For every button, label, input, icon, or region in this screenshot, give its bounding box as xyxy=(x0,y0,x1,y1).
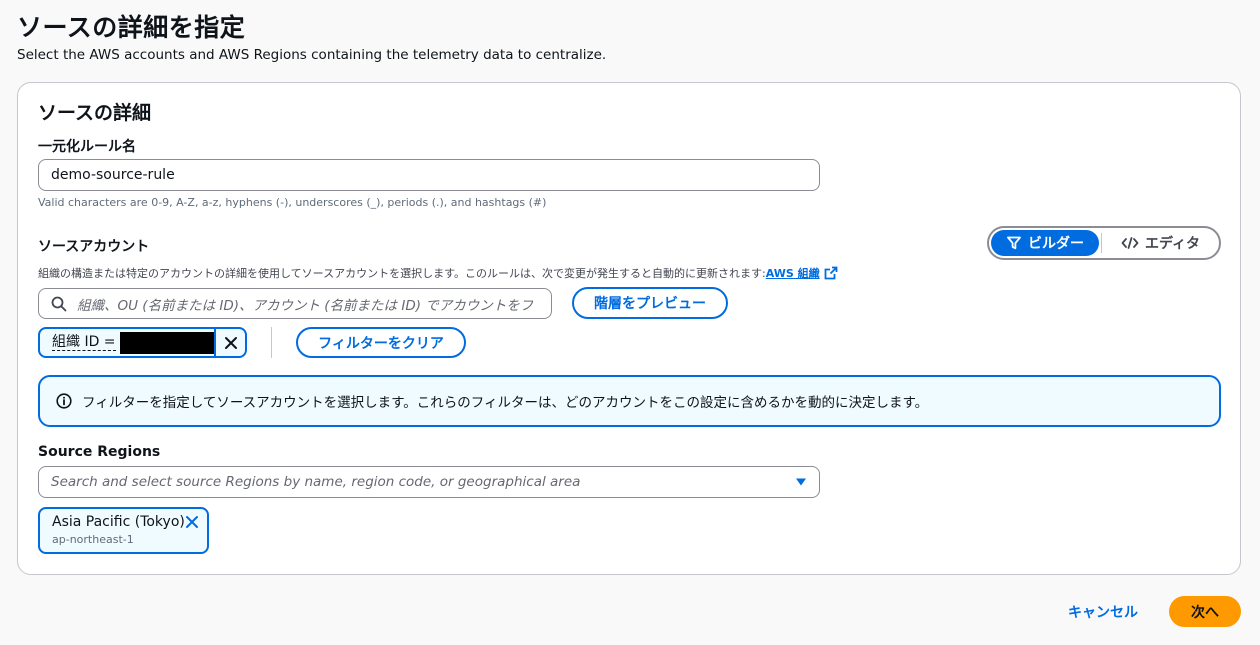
close-icon xyxy=(224,336,237,349)
filter-token-key: 組織 ID = xyxy=(52,334,116,351)
builder-editor-toggle: ビルダー エディタ xyxy=(987,226,1221,260)
rule-name-input[interactable]: demo-source-rule xyxy=(38,159,820,191)
editor-tab-label: エディタ xyxy=(1144,236,1201,252)
account-search-placeholder: 組織、OU (名前または ID)、アカウント (名前または ID) でアカウント… xyxy=(77,297,534,314)
filter-icon xyxy=(1007,236,1021,250)
redacted-org-id xyxy=(119,331,214,354)
account-search-input[interactable]: 組織、OU (名前または ID)、アカウント (名前または ID) でアカウント… xyxy=(38,288,552,319)
org-id-filter-token: 組織 ID = xyxy=(38,327,247,358)
region-token-name: Asia Pacific (Tokyo) xyxy=(52,514,185,530)
source-accounts-description-text: 組織の構造または特定のアカウントの詳細を使用してソースアカウントを選択します。こ… xyxy=(38,267,766,280)
remove-region-icon[interactable] xyxy=(185,515,199,529)
builder-tab-label: ビルダー xyxy=(1028,236,1084,252)
source-accounts-description: 組織の構造または特定のアカウントの詳細を使用してソースアカウントを選択します。こ… xyxy=(38,265,838,281)
caret-down-icon xyxy=(796,478,806,486)
remove-filter-button[interactable] xyxy=(214,329,245,356)
info-alert: フィルターを指定してソースアカウントを選択します。これらのフィルターは、どのアカ… xyxy=(38,375,1221,427)
region-select[interactable]: Search and select source Regions by name… xyxy=(38,466,820,498)
token-divider xyxy=(271,327,272,358)
info-icon xyxy=(56,393,72,409)
source-regions-label: Source Regions xyxy=(38,444,161,460)
cancel-button[interactable]: キャンセル xyxy=(1068,602,1138,622)
aws-organizations-link[interactable]: AWS 組織 xyxy=(766,265,820,281)
rule-name-hint: Valid characters are 0-9, A-Z, a-z, hyph… xyxy=(38,196,547,209)
clear-filters-button[interactable]: フィルターをクリア xyxy=(296,327,466,358)
source-accounts-label: ソースアカウント xyxy=(38,239,150,255)
filter-token-text: 組織 ID = xyxy=(40,329,214,356)
panel-title: ソースの詳細 xyxy=(38,102,152,124)
external-link-icon[interactable] xyxy=(824,266,838,280)
builder-tab[interactable]: ビルダー xyxy=(991,230,1099,256)
search-icon xyxy=(51,296,67,311)
editor-tab[interactable]: エディタ xyxy=(1104,230,1217,256)
page-title: ソースの詳細を指定 xyxy=(17,13,246,42)
code-icon xyxy=(1121,237,1139,249)
info-alert-text: フィルターを指定してソースアカウントを選択します。これらのフィルターは、どのアカ… xyxy=(82,395,929,411)
region-token-code: ap-northeast-1 xyxy=(52,533,134,546)
toggle-divider xyxy=(1101,233,1102,253)
page-description: Select the AWS accounts and AWS Regions … xyxy=(17,47,607,63)
region-token: Asia Pacific (Tokyo) ap-northeast-1 xyxy=(38,507,209,554)
region-select-placeholder: Search and select source Regions by name… xyxy=(51,474,581,490)
preview-hierarchy-button[interactable]: 階層をプレビュー xyxy=(572,287,728,319)
rule-name-value: demo-source-rule xyxy=(51,167,175,183)
next-button[interactable]: 次へ xyxy=(1169,596,1241,627)
source-details-panel: ソースの詳細 一元化ルール名 demo-source-rule Valid ch… xyxy=(17,82,1241,575)
rule-name-label: 一元化ルール名 xyxy=(38,139,136,155)
